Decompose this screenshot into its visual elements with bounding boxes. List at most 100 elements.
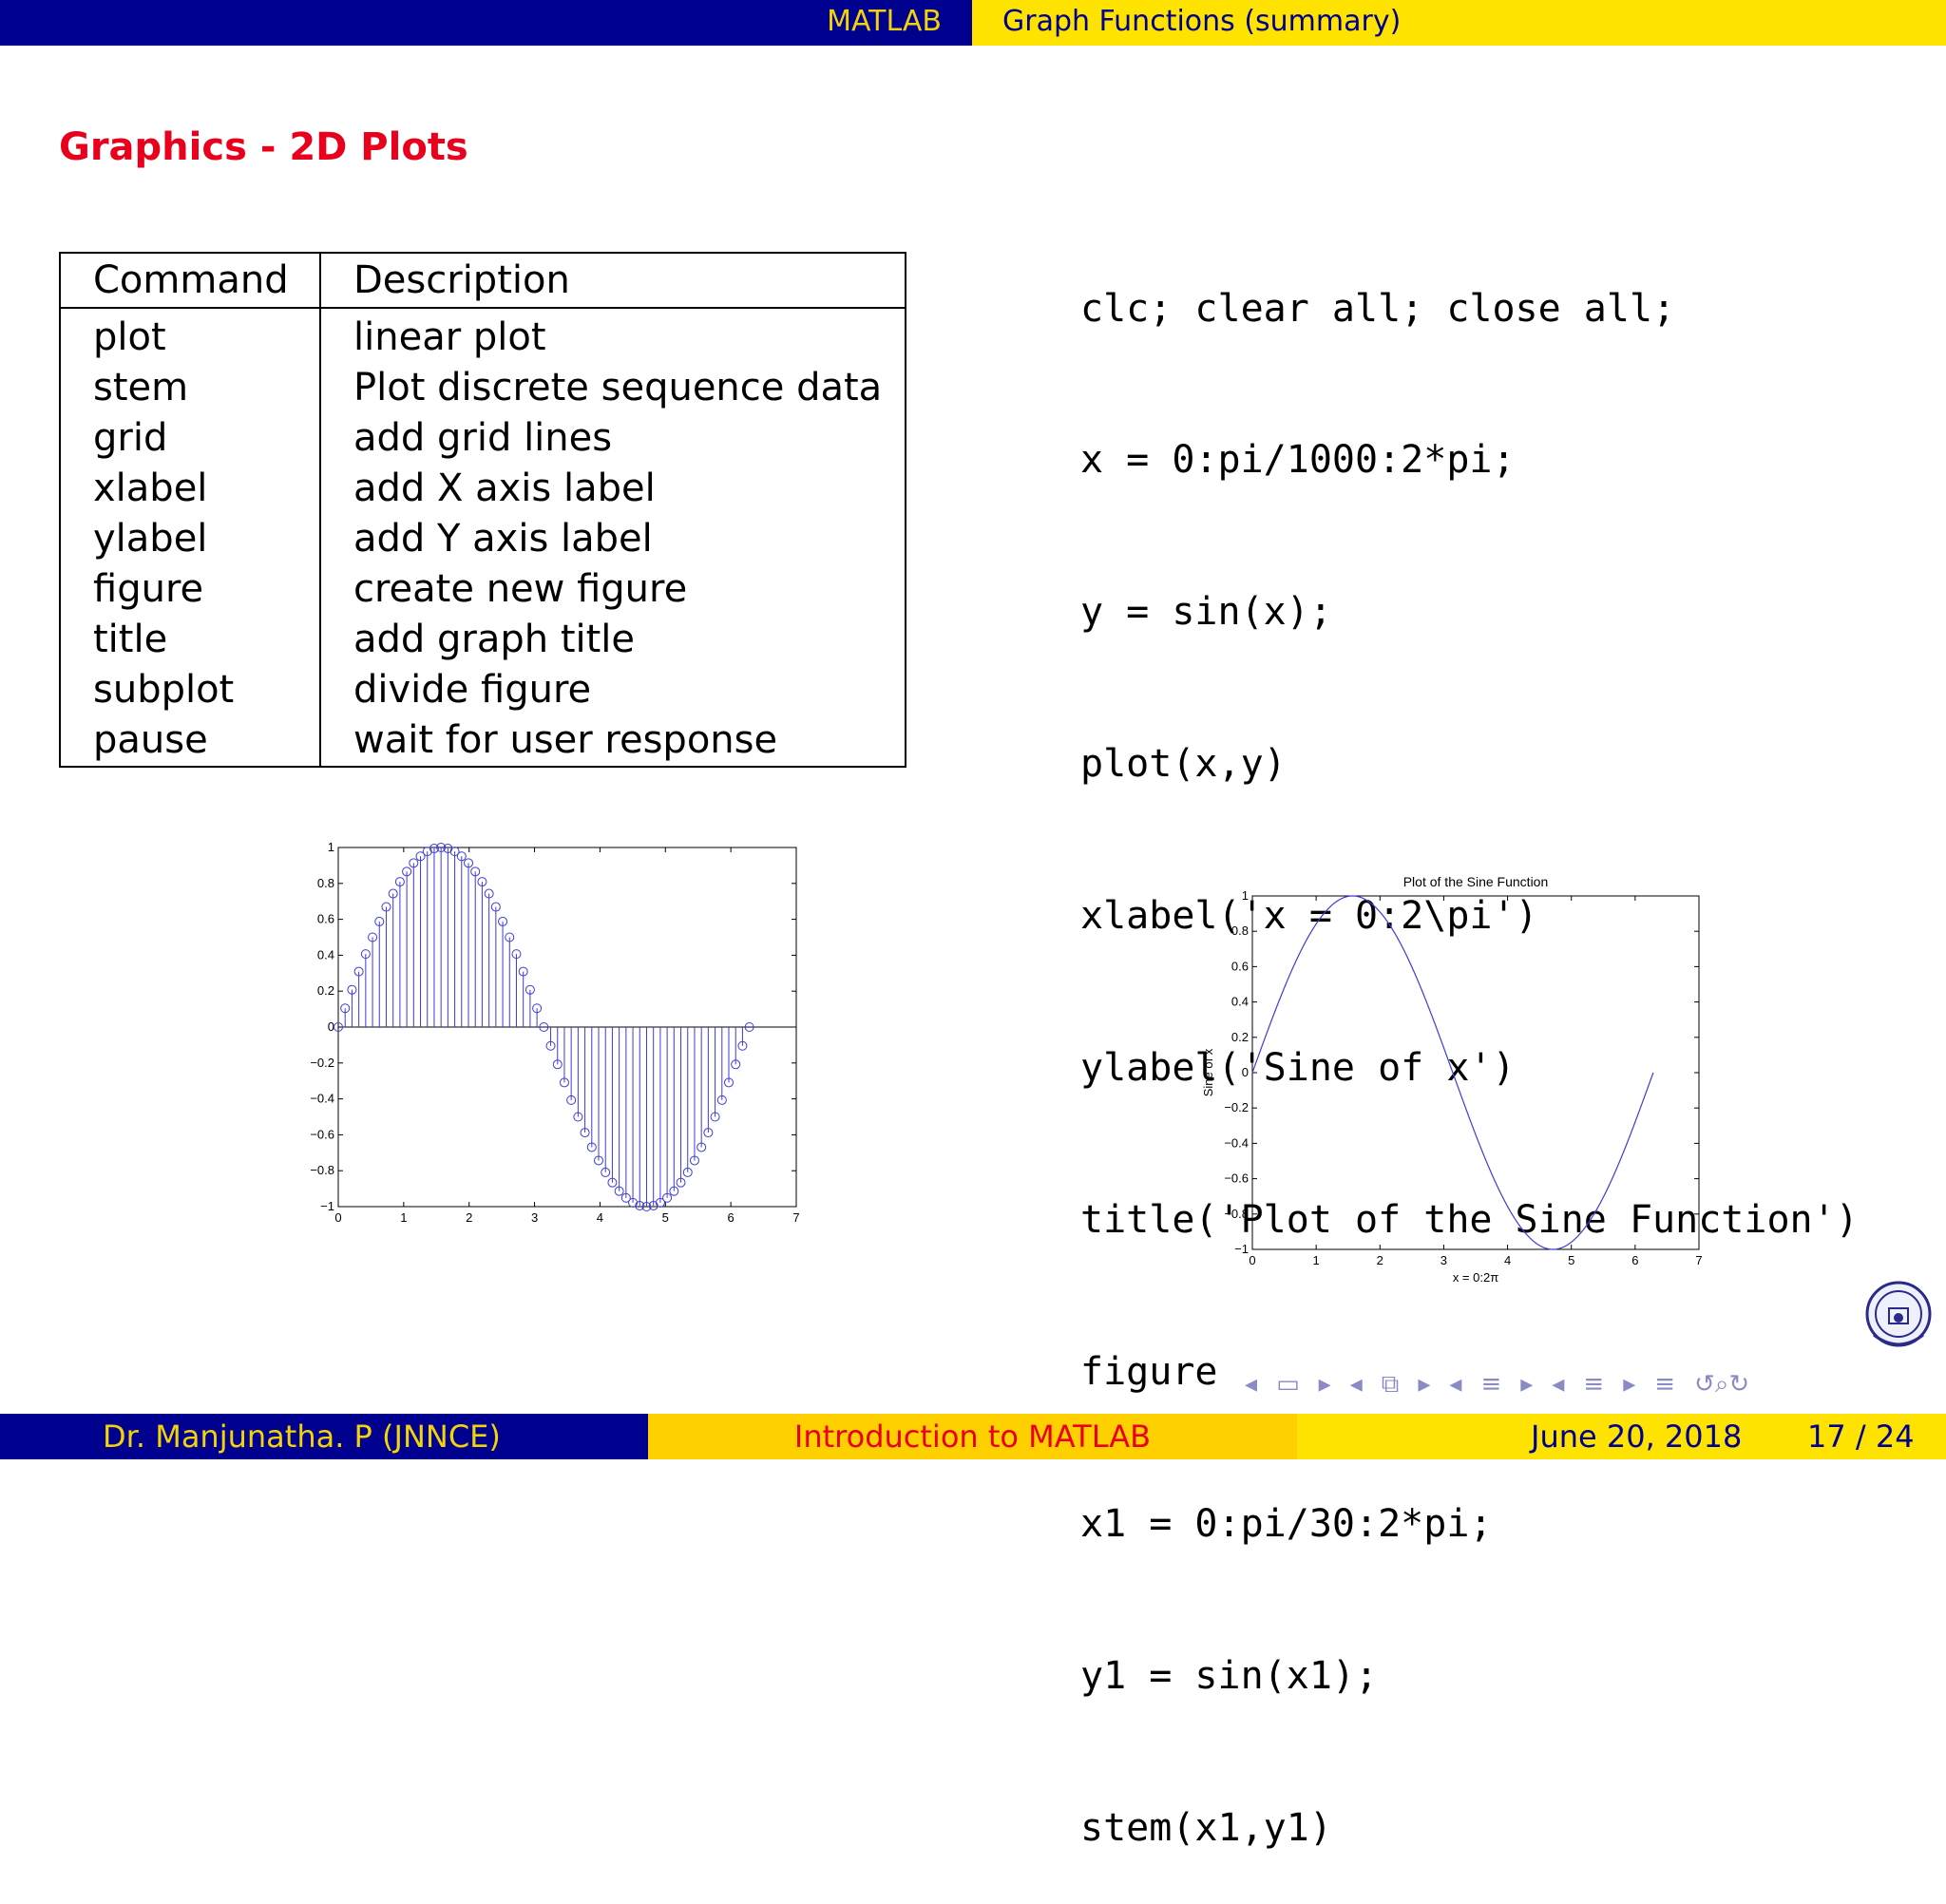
nav-section-next-icon[interactable]: ▸: [1520, 1370, 1533, 1399]
frame-title: Graphics - 2D Plots: [59, 125, 468, 169]
y-tick-label: −1: [320, 1199, 334, 1213]
x-tick-label: 7: [792, 1210, 799, 1225]
table-row: title add graph title: [60, 615, 906, 665]
x-tick-label: 3: [531, 1210, 538, 1225]
y-tick-label: −0.8: [1224, 1207, 1249, 1221]
footer-author: Dr. Manjunatha. P (JNNCE): [103, 1418, 501, 1455]
y-tick-label: 0.2: [317, 983, 334, 998]
header-section-label: MATLAB: [827, 5, 942, 38]
table-cell-description: create new figure: [353, 567, 688, 611]
table-cell-description: add grid lines: [353, 416, 613, 460]
nav-doc-icon[interactable]: ≡: [1583, 1370, 1604, 1399]
chart-title: Plot of the Sine Function: [1403, 874, 1549, 889]
header-subsection[interactable]: Graph Functions (summary): [972, 0, 1946, 46]
table-row: subplot divide figure: [60, 665, 906, 715]
header-section[interactable]: MATLAB: [0, 0, 972, 46]
table-row: stem Plot discrete sequence data: [60, 363, 906, 413]
nav-section-icon[interactable]: ≡: [1480, 1370, 1501, 1399]
y-tick-label: −0.4: [310, 1092, 334, 1106]
x-tick-label: 0: [1249, 1253, 1255, 1267]
y-tick-label: −0.4: [1224, 1135, 1249, 1150]
table-cell-description: linear plot: [353, 315, 546, 359]
sine-line-plot-svg: 0 1 2 3 4 5 6 7 1 0.8 0.6 0.4 0.2 0 −0.2 −0.4 −0.6 −0.8 −1…: [1201, 874, 1703, 1285]
x-tick-label: 4: [1504, 1253, 1511, 1267]
y-tick-label: 1: [1242, 888, 1249, 903]
footer-page-number: 17 / 24: [1807, 1418, 1915, 1455]
code-line: clc; clear all; close all;: [1080, 286, 1676, 331]
table-row: plot linear plot: [60, 308, 906, 363]
x-tick-label: 6: [728, 1210, 735, 1225]
y-tick-label: −0.8: [310, 1163, 334, 1177]
y-tick-label: 0.8: [317, 876, 334, 890]
nav-subsection-icon[interactable]: ⧉: [1382, 1370, 1400, 1399]
table-cell-command: stem: [60, 363, 321, 413]
x-tick-label: 2: [1377, 1253, 1383, 1267]
x-tick-label: 1: [400, 1210, 407, 1225]
table-cell-command: figure: [60, 564, 321, 615]
nav-subsection-next-icon[interactable]: ▸: [1418, 1370, 1430, 1399]
footer-date: June 20, 2018: [1531, 1418, 1743, 1455]
y-tick-label: 0: [328, 1019, 334, 1034]
code-line: x = 0:pi/1000:2*pi;: [1080, 438, 1516, 483]
x-tick-label: 5: [1568, 1253, 1574, 1267]
sine-line-plot: 0 1 2 3 4 5 6 7 1 0.8 0.6 0.4 0.2 0 −0.2 −0.4 −0.6 −0.8 −1…: [1188, 869, 1720, 1292]
nav-subsection-prev-icon[interactable]: ◂: [1350, 1370, 1363, 1399]
x-axis-label: x = 0:2π: [1453, 1270, 1498, 1285]
stem-plot-svg: 0 1 2 3 4 5 6 7 1 0.8 0.6 0.4 0.2 0 −0.2 −0.4 −0.6 −0.8 −1: [310, 840, 799, 1225]
x-tick-label: 5: [662, 1210, 669, 1225]
y-tick-label: 0: [1242, 1065, 1249, 1079]
code-line: y1 = sin(x1);: [1080, 1653, 1379, 1698]
table-cell-description: Plot discrete sequence data: [353, 366, 883, 409]
x-tick-label: 0: [334, 1210, 341, 1225]
nav-doc-prev-icon[interactable]: ◂: [1552, 1370, 1564, 1399]
table-header-cell: Command: [60, 253, 321, 309]
table-cell-command: subplot: [60, 665, 321, 715]
nav-frame-prev-icon[interactable]: ◂: [1245, 1370, 1257, 1399]
x-tick-label: 7: [1695, 1253, 1702, 1267]
chart-group: 0 1 2 3 4 5 6 7 1 0.8 0.6 0.4 0.2 0 −0.2 −0.4 −0.6 −0.8 −1…: [1201, 874, 1703, 1285]
table-row: grid add grid lines: [60, 413, 906, 464]
code-line: plot(x,y): [1080, 742, 1287, 787]
y-tick-label: 0.8: [1231, 923, 1249, 938]
nav-section-prev-icon[interactable]: ◂: [1449, 1370, 1461, 1399]
table-header-row: Command Description: [60, 253, 906, 309]
table-cell-description: add Y axis label: [353, 517, 653, 561]
nav-frame-icon[interactable]: ▭: [1276, 1370, 1300, 1399]
x-tick-label: 6: [1631, 1253, 1638, 1267]
y-tick-label: 0.6: [317, 912, 334, 926]
table-cell-description: wait for user response: [353, 718, 778, 762]
y-tick-label: −0.6: [310, 1127, 334, 1141]
footer-meta-box: June 20, 2018 17 / 24: [1297, 1414, 1946, 1459]
sine-line: [1251, 895, 1654, 1250]
table-header-cell: Description: [320, 253, 906, 309]
college-logo: [1864, 1280, 1933, 1356]
table-row: ylabel add Y axis label: [60, 514, 906, 564]
header-bar: MATLAB Graph Functions (summary): [0, 0, 1946, 46]
x-tick-label: 1: [1313, 1253, 1320, 1267]
footer-bar: Dr. Manjunatha. P (JNNCE) Introduction t…: [0, 1414, 1946, 1459]
chart-group: 0 1 2 3 4 5 6 7 1 0.8 0.6 0.4 0.2 0 −0.2 −0.4 −0.6 −0.8 −1: [310, 840, 799, 1225]
table-cell-command: ylabel: [60, 514, 321, 564]
nav-search-icon[interactable]: ↺⌕↻: [1694, 1370, 1749, 1399]
table-row: pause wait for user response: [60, 715, 906, 767]
table-cell-description: add graph title: [353, 618, 636, 661]
y-tick-label: 1: [328, 840, 334, 854]
table-cell-description: add X axis label: [353, 466, 656, 510]
table-cell-command: plot: [60, 308, 321, 363]
nav-doc-next-icon[interactable]: ▸: [1623, 1370, 1635, 1399]
nav-menu-icon[interactable]: ≡: [1654, 1370, 1675, 1399]
footer-author-box: Dr. Manjunatha. P (JNNCE): [0, 1414, 648, 1459]
y-axis-label: Sine of x: [1201, 1048, 1215, 1096]
axes-box: [1251, 895, 1700, 1250]
header-subsection-label: Graph Functions (summary): [1002, 5, 1402, 38]
table-cell-command: pause: [60, 715, 321, 767]
x-tick-label: 3: [1440, 1253, 1447, 1267]
y-tick-label: −0.6: [1224, 1171, 1249, 1186]
nav-frame-next-icon[interactable]: ▸: [1319, 1370, 1331, 1399]
y-tick-label: −0.2: [310, 1056, 334, 1070]
table-row: xlabel add X axis label: [60, 464, 906, 514]
table-row: figure create new figure: [60, 564, 906, 615]
y-tick-label: 0.4: [317, 947, 334, 962]
table-cell-command: grid: [60, 413, 321, 464]
y-tick-label: 0.6: [1231, 959, 1249, 973]
